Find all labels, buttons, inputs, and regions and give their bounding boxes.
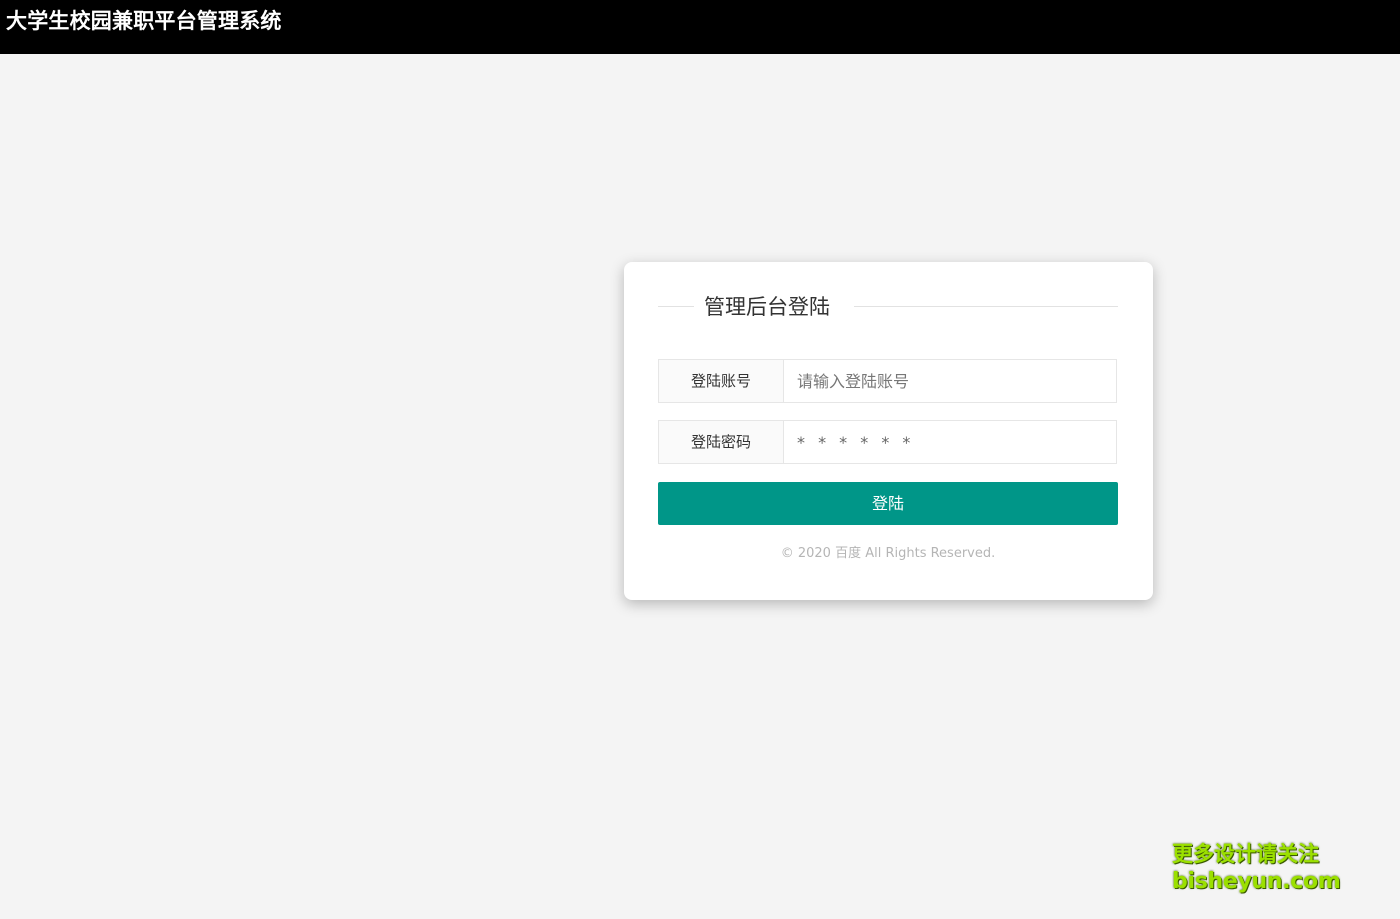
legend-divider-right <box>854 306 1118 307</box>
login-button[interactable]: 登陆 <box>658 482 1118 525</box>
watermark-line2: bisheyun.com <box>1172 869 1341 894</box>
login-card: 管理后台登陆 登陆账号 登陆密码 登陆 © 2020 百度 All Rights… <box>624 262 1153 600</box>
password-row: 登陆密码 <box>658 420 1117 464</box>
password-label: 登陆密码 <box>659 421 784 463</box>
login-title: 管理后台登陆 <box>704 295 830 319</box>
copyright-text: © 2020 百度 All Rights Reserved. <box>780 546 996 561</box>
password-input[interactable] <box>785 421 1116 463</box>
login-legend: 管理后台登陆 <box>658 292 1118 322</box>
account-input[interactable] <box>785 360 1116 402</box>
account-row: 登陆账号 <box>658 359 1117 403</box>
watermark-line1: 更多设计请关注 <box>1172 842 1319 866</box>
legend-divider-left <box>658 306 694 307</box>
watermark: 更多设计请关注 bisheyun.com <box>1172 840 1342 896</box>
account-label: 登陆账号 <box>659 360 784 402</box>
top-header-bar: 大学生校园兼职平台管理系统 <box>0 0 1400 54</box>
app-title: 大学生校园兼职平台管理系统 <box>6 9 282 33</box>
